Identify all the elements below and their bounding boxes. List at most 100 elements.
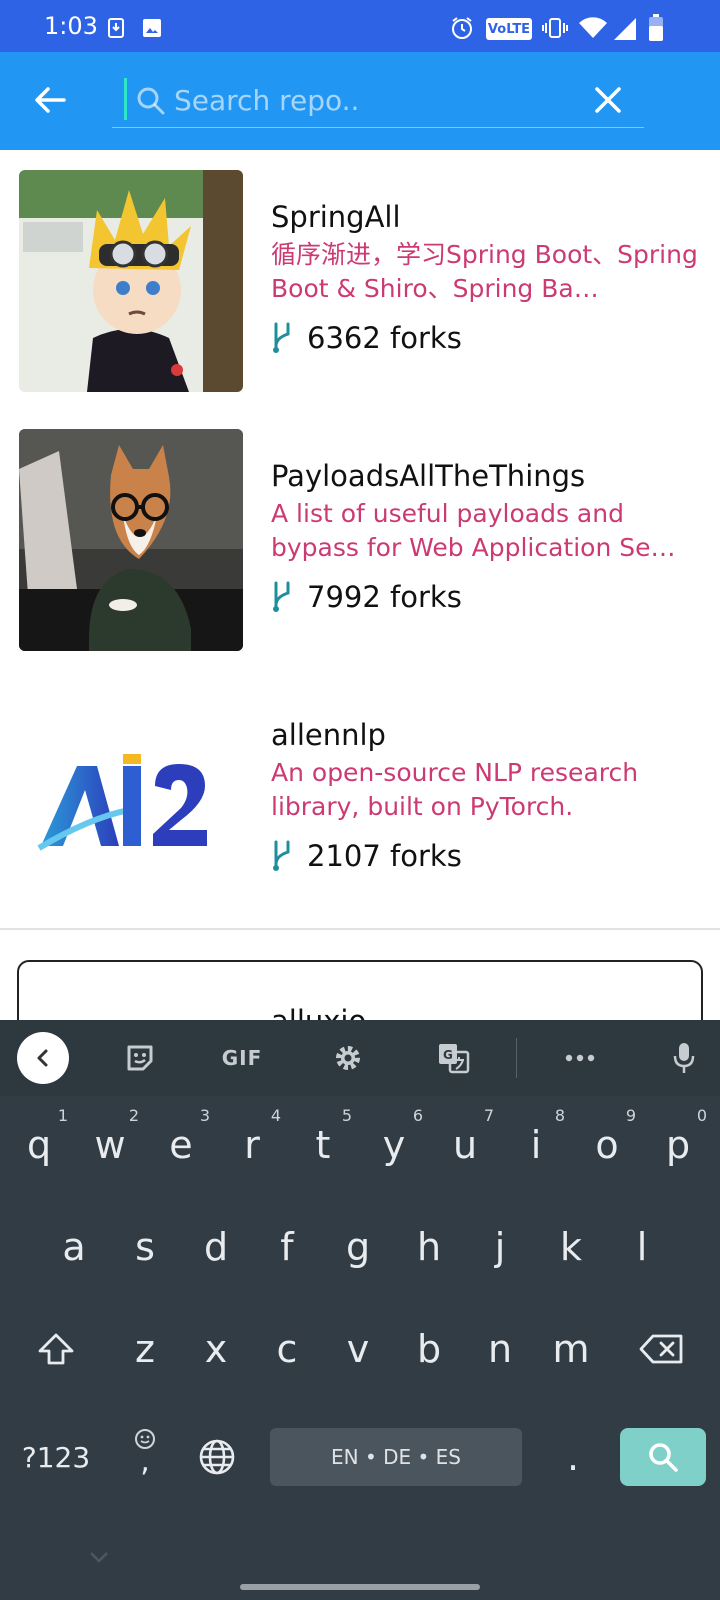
alarm-icon bbox=[452, 17, 472, 39]
key-a[interactable]: a bbox=[39, 1204, 109, 1290]
shiba-dog-with-glasses-avatar bbox=[19, 429, 243, 651]
key-label: i bbox=[530, 1123, 542, 1167]
download-icon bbox=[108, 18, 124, 38]
key-label: w bbox=[94, 1123, 126, 1167]
key-u[interactable]: u7 bbox=[430, 1102, 500, 1188]
repo-name: allennlp bbox=[271, 718, 386, 752]
search-field[interactable] bbox=[112, 74, 644, 128]
key-i[interactable]: i8 bbox=[501, 1102, 571, 1188]
key-l[interactable]: l bbox=[607, 1204, 677, 1290]
comma-key[interactable]: , bbox=[112, 1408, 178, 1494]
sticker-icon bbox=[127, 1045, 153, 1071]
search-input[interactable] bbox=[174, 78, 574, 122]
key-g[interactable]: g bbox=[323, 1204, 393, 1290]
fork-count: 6362 forks bbox=[307, 321, 462, 355]
key-label: q bbox=[26, 1123, 52, 1167]
key-b[interactable]: b bbox=[394, 1306, 464, 1392]
key-c[interactable]: c bbox=[252, 1306, 322, 1392]
keyboard-toolbar: GIF G bbox=[0, 1020, 720, 1096]
key-m[interactable]: m bbox=[536, 1306, 606, 1392]
repo-card[interactable]: SpringAll 循序渐进，学习Spring Boot、Spring Boot… bbox=[0, 150, 720, 412]
search-enter-key[interactable] bbox=[620, 1428, 706, 1486]
key-w[interactable]: w2 bbox=[75, 1102, 145, 1188]
key-hint: 4 bbox=[270, 1106, 281, 1125]
key-q[interactable]: q1 bbox=[4, 1102, 74, 1188]
text-cursor bbox=[124, 78, 127, 120]
symbols-key[interactable]: ?123 bbox=[12, 1414, 100, 1500]
more-icon bbox=[565, 1054, 595, 1062]
key-label: o bbox=[595, 1123, 619, 1167]
translate-button[interactable]: G bbox=[430, 1020, 478, 1096]
period-key[interactable]: . bbox=[540, 1414, 606, 1500]
shift-icon bbox=[38, 1333, 74, 1365]
anime-character-avatar bbox=[19, 170, 243, 392]
repo-avatar bbox=[19, 170, 243, 392]
key-z[interactable]: z bbox=[110, 1306, 180, 1392]
repo-description: An open-source NLP research library, bui… bbox=[271, 758, 639, 821]
key-f[interactable]: f bbox=[252, 1204, 322, 1290]
key-label: e bbox=[169, 1123, 193, 1167]
key-label: r bbox=[244, 1123, 260, 1167]
toolbar-divider bbox=[516, 1038, 517, 1078]
key-e[interactable]: e3 bbox=[146, 1102, 216, 1188]
key-label: p bbox=[665, 1123, 691, 1167]
fork-icon bbox=[273, 840, 290, 871]
key-s[interactable]: s bbox=[110, 1204, 180, 1290]
key-o[interactable]: o9 bbox=[572, 1102, 642, 1188]
key-n[interactable]: n bbox=[465, 1306, 535, 1392]
backspace-key[interactable] bbox=[624, 1306, 700, 1392]
gif-button[interactable]: GIF bbox=[214, 1020, 270, 1096]
key-hint: 8 bbox=[554, 1106, 565, 1125]
repo-name: PayloadsAllTheThings bbox=[271, 459, 586, 493]
repo-forks: 2107 forks bbox=[271, 836, 462, 876]
wifi-icon bbox=[579, 17, 607, 38]
status-bar: 1:03 VoLTE bbox=[0, 0, 720, 52]
signal-icon bbox=[614, 18, 636, 40]
more-button[interactable] bbox=[556, 1020, 604, 1096]
search-icon bbox=[649, 1443, 678, 1472]
language-key[interactable] bbox=[184, 1414, 250, 1500]
collapse-keyboard-button[interactable] bbox=[17, 1032, 69, 1084]
repo-card[interactable]: PayloadsAllTheThings A list of useful pa… bbox=[0, 409, 720, 671]
key-label: t bbox=[315, 1123, 331, 1167]
key-h[interactable]: h bbox=[394, 1204, 464, 1290]
fork-icon bbox=[273, 581, 290, 612]
fork-count: 2107 forks bbox=[307, 839, 462, 873]
chevron-down-icon[interactable] bbox=[88, 1550, 110, 1564]
key-v[interactable]: v bbox=[323, 1306, 393, 1392]
fork-count: 7992 forks bbox=[307, 580, 462, 614]
key-hint: 6 bbox=[412, 1106, 423, 1125]
chevron-left-icon bbox=[37, 1049, 48, 1067]
back-arrow-icon[interactable] bbox=[30, 80, 70, 120]
volte-icon: VoLTE bbox=[486, 18, 532, 40]
key-j[interactable]: j bbox=[465, 1204, 535, 1290]
key-k[interactable]: k bbox=[536, 1204, 606, 1290]
keyboard: GIF G q 1 w 2 e 3 r 4 t 5 y 6 u 7 i 8 o … bbox=[0, 1020, 720, 1600]
repo-avatar bbox=[19, 429, 243, 651]
clear-search-icon[interactable] bbox=[590, 82, 626, 118]
repo-description: 循序渐进，学习Spring Boot、Spring Boot & Shiro、S… bbox=[271, 240, 698, 303]
shift-key[interactable] bbox=[20, 1306, 92, 1392]
key-hint: 5 bbox=[341, 1106, 352, 1125]
globe-icon bbox=[199, 1439, 235, 1475]
ai2-logo bbox=[19, 688, 243, 910]
mic-button[interactable] bbox=[660, 1020, 708, 1096]
key-d[interactable]: d bbox=[181, 1204, 251, 1290]
fork-icon bbox=[273, 322, 290, 353]
settings-button[interactable] bbox=[324, 1020, 372, 1096]
key-r[interactable]: r4 bbox=[217, 1102, 287, 1188]
mic-icon bbox=[673, 1043, 695, 1073]
key-t[interactable]: t5 bbox=[288, 1102, 358, 1188]
repo-card[interactable]: allennlp An open-source NLP research lib… bbox=[0, 668, 720, 930]
key-hint: 1 bbox=[57, 1106, 68, 1125]
repo-forks: 7992 forks bbox=[271, 577, 462, 617]
key-x[interactable]: x bbox=[181, 1306, 251, 1392]
key-p[interactable]: p0 bbox=[643, 1102, 713, 1188]
repo-avatar bbox=[19, 688, 243, 910]
navigation-handle[interactable] bbox=[240, 1584, 480, 1590]
gear-icon bbox=[336, 1046, 360, 1070]
space-key[interactable]: EN • DE • ES bbox=[270, 1428, 522, 1486]
key-y[interactable]: y6 bbox=[359, 1102, 429, 1188]
status-time: 1:03 bbox=[44, 12, 98, 40]
sticker-button[interactable] bbox=[116, 1020, 164, 1096]
